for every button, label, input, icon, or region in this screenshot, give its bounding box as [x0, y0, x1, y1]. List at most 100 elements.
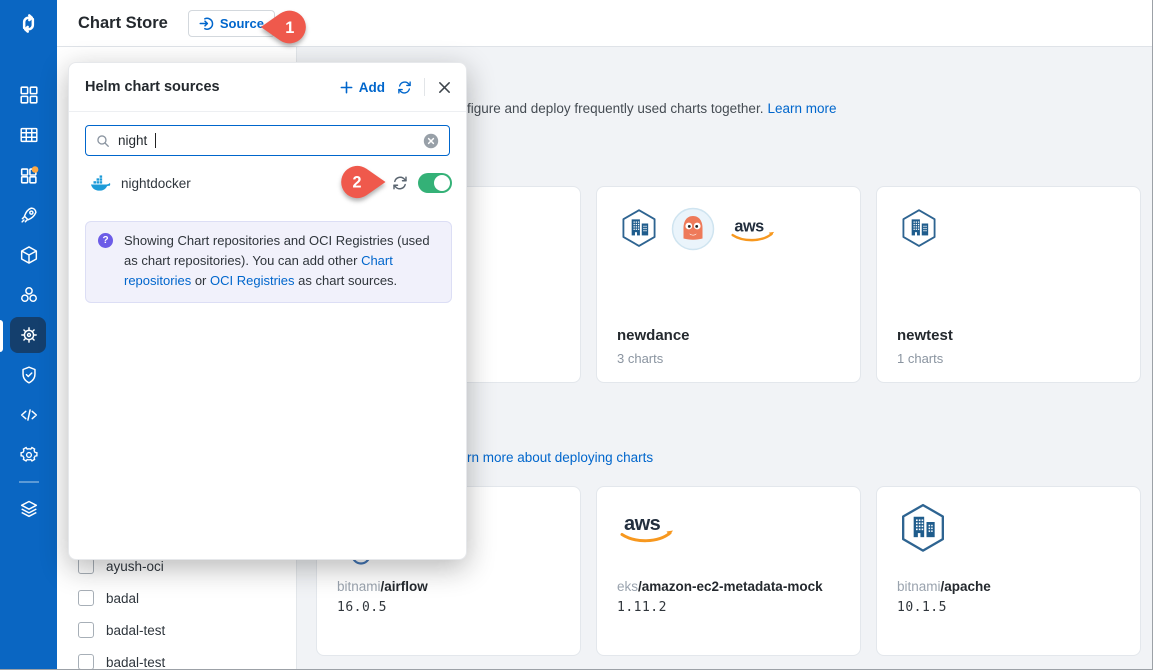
aws-icon: aws	[727, 211, 779, 247]
help-icon: ?	[98, 233, 113, 248]
source-name: nightdocker	[121, 176, 191, 191]
sidebar	[0, 0, 57, 670]
helm-wheel-icon	[18, 324, 40, 346]
chart-repo: eks	[617, 579, 638, 594]
sidebar-item[interactable]	[0, 315, 57, 355]
search-icon	[96, 134, 110, 148]
source-checkbox-label: ayush-oci	[106, 559, 164, 574]
docker-icon	[89, 174, 111, 192]
stack-grid-icon	[18, 124, 40, 146]
chart-icon: aws	[615, 501, 679, 549]
chart-version: 16.0.5	[337, 600, 387, 615]
aws-icon: aws	[615, 505, 679, 549]
sidebar-item[interactable]	[0, 155, 57, 195]
source-checkbox-label: badal	[106, 591, 139, 606]
oci-registries-link[interactable]: OCI Registries	[210, 273, 295, 288]
sidebar-item[interactable]	[0, 475, 57, 489]
sidebar-nav	[0, 75, 57, 529]
clear-search-icon[interactable]	[423, 133, 439, 149]
chart-icon	[895, 501, 951, 557]
source-checkbox[interactable]	[78, 622, 94, 638]
chart-source-item[interactable]: badal	[57, 582, 296, 614]
hexagon-buildings-icon	[617, 207, 661, 251]
chart-name: /airflow	[381, 579, 428, 594]
chart-version: 1.11.2	[617, 600, 667, 615]
source-enabled-toggle[interactable]	[418, 173, 452, 193]
svg-text:aws: aws	[734, 217, 764, 235]
chart-group-count: 3 charts	[617, 351, 663, 366]
page-title: Chart Store	[78, 14, 168, 33]
sidebar-item[interactable]	[0, 355, 57, 395]
sidebar-edge-indicator	[0, 320, 3, 352]
source-checkbox[interactable]	[78, 558, 94, 574]
svg-text:aws: aws	[624, 513, 661, 535]
info-box: ? Showing Chart repositories and OCI Reg…	[85, 221, 452, 303]
cube-icon	[18, 244, 40, 266]
source-checkbox-label: badal-test	[106, 655, 165, 670]
devtron-logo[interactable]	[0, 0, 57, 47]
sidebar-item[interactable]	[0, 435, 57, 475]
divider-icon	[17, 480, 41, 484]
source-checkbox[interactable]	[78, 654, 94, 670]
helm-chart-sources-popover: Helm chart sources Add night	[68, 62, 467, 560]
callout-step-1: 1	[258, 7, 312, 52]
divider	[424, 78, 425, 96]
source-checkbox[interactable]	[78, 590, 94, 606]
callout-step-2: 2	[324, 163, 390, 206]
shield-check-icon	[18, 364, 40, 386]
chart-group-icons	[897, 207, 941, 251]
chart-group-icons: aws	[617, 207, 779, 251]
sidebar-item[interactable]	[0, 235, 57, 275]
mascot-icon	[671, 207, 715, 251]
chart-group-card[interactable]: aws newdance 3 charts	[596, 186, 861, 383]
cluster-icon	[18, 284, 40, 306]
chart-name: /apache	[941, 579, 991, 594]
chart-name: /amazon-ec2-metadata-mock	[638, 579, 823, 594]
chart-version: 10.1.5	[897, 600, 947, 615]
chart-group-count: 1 charts	[897, 351, 943, 366]
refresh-sources-button[interactable]	[397, 80, 412, 95]
chart-source-list: ayush-oci badal badal-test badal-test	[57, 550, 296, 670]
chart-repo: bitnami	[897, 579, 941, 594]
source-arrow-icon	[199, 16, 214, 31]
add-source-button[interactable]: Add	[339, 80, 385, 95]
search-value: night	[118, 133, 147, 148]
rocket-icon	[18, 204, 40, 226]
apps-grid-icon	[18, 84, 40, 106]
header: Chart Store Source	[57, 0, 1152, 47]
chart-groups-intro: figure and deploy frequently used charts…	[467, 101, 837, 116]
sidebar-item[interactable]	[0, 115, 57, 155]
source-row-nightdocker: nightdocker	[89, 170, 452, 196]
source-search-input[interactable]: night	[85, 125, 450, 156]
cog-icon	[18, 444, 40, 466]
close-icon[interactable]	[437, 80, 452, 95]
sidebar-item[interactable]	[0, 395, 57, 435]
learn-more-link[interactable]: Learn more	[767, 101, 836, 116]
sidebar-item[interactable]	[0, 75, 57, 115]
plus-icon	[339, 80, 354, 95]
resync-source-icon[interactable]	[392, 175, 408, 191]
chart-group-row: aws newdance 3 charts newtest 1 charts	[596, 186, 1141, 383]
svg-text:2: 2	[353, 174, 362, 192]
chart-group-card[interactable]: newtest 1 charts	[876, 186, 1141, 383]
hexagon-buildings-icon	[895, 501, 951, 557]
apps-badge-icon	[18, 164, 40, 186]
chart-group-name: newdance	[617, 327, 690, 344]
code-icon	[18, 404, 40, 426]
popover-header: Helm chart sources Add	[69, 63, 466, 112]
source-checkbox-label: badal-test	[106, 623, 165, 638]
sidebar-item[interactable]	[0, 275, 57, 315]
chart-source-item[interactable]: badal-test	[57, 614, 296, 646]
hexagon-buildings-icon	[897, 207, 941, 251]
chart-card[interactable]: bitnami/apache 10.1.5	[876, 486, 1141, 656]
chart-repo: bitnami	[337, 579, 381, 594]
sidebar-item[interactable]	[0, 489, 57, 529]
sidebar-item[interactable]	[0, 195, 57, 235]
deploy-charts-link[interactable]: rn more about deploying charts	[467, 450, 653, 465]
chart-source-item[interactable]: badal-test	[57, 646, 296, 670]
chart-card[interactable]: aws eks/amazon-ec2-metadata-mock 1.11.2	[596, 486, 861, 656]
layers-icon	[18, 498, 40, 520]
text-cursor	[155, 133, 156, 148]
svg-text:1: 1	[285, 19, 294, 37]
chart-store-page: Chart Store Source ayush-oci badal	[0, 0, 1153, 670]
